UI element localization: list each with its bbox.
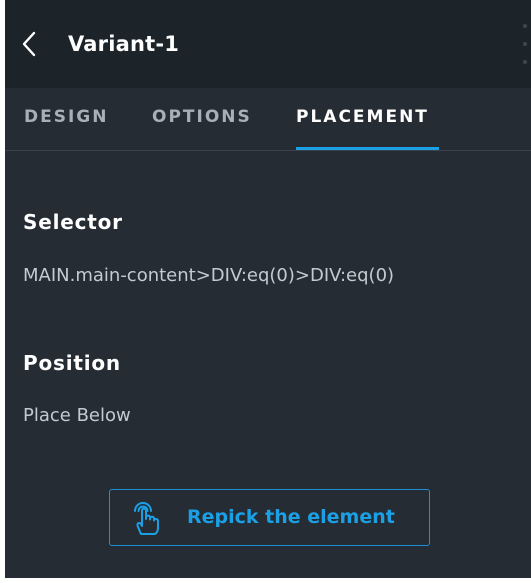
selector-value: MAIN.main-content>DIV:eq(0)>DIV:eq(0): [23, 265, 395, 286]
panel-header: Variant-1: [5, 0, 531, 88]
tab-placement[interactable]: PLACEMENT: [296, 88, 439, 150]
repick-element-button[interactable]: Repick the element: [109, 489, 430, 546]
tab-bar: DESIGN OPTIONS PLACEMENT: [5, 88, 531, 151]
kebab-menu-icon[interactable]: [515, 20, 531, 68]
placement-panel: Variant-1 DESIGN OPTIONS PLACEMENT Selec…: [5, 0, 531, 578]
pointer-hand-icon: [134, 502, 159, 535]
tab-options[interactable]: OPTIONS: [152, 88, 262, 150]
tab-design[interactable]: DESIGN: [24, 88, 116, 150]
position-value: Place Below: [23, 405, 131, 426]
repick-button-label: Repick the element: [187, 506, 395, 528]
selector-label: Selector: [23, 210, 123, 234]
position-label: Position: [23, 351, 121, 375]
page-title: Variant-1: [68, 32, 180, 56]
chevron-left-icon[interactable]: [17, 27, 41, 61]
